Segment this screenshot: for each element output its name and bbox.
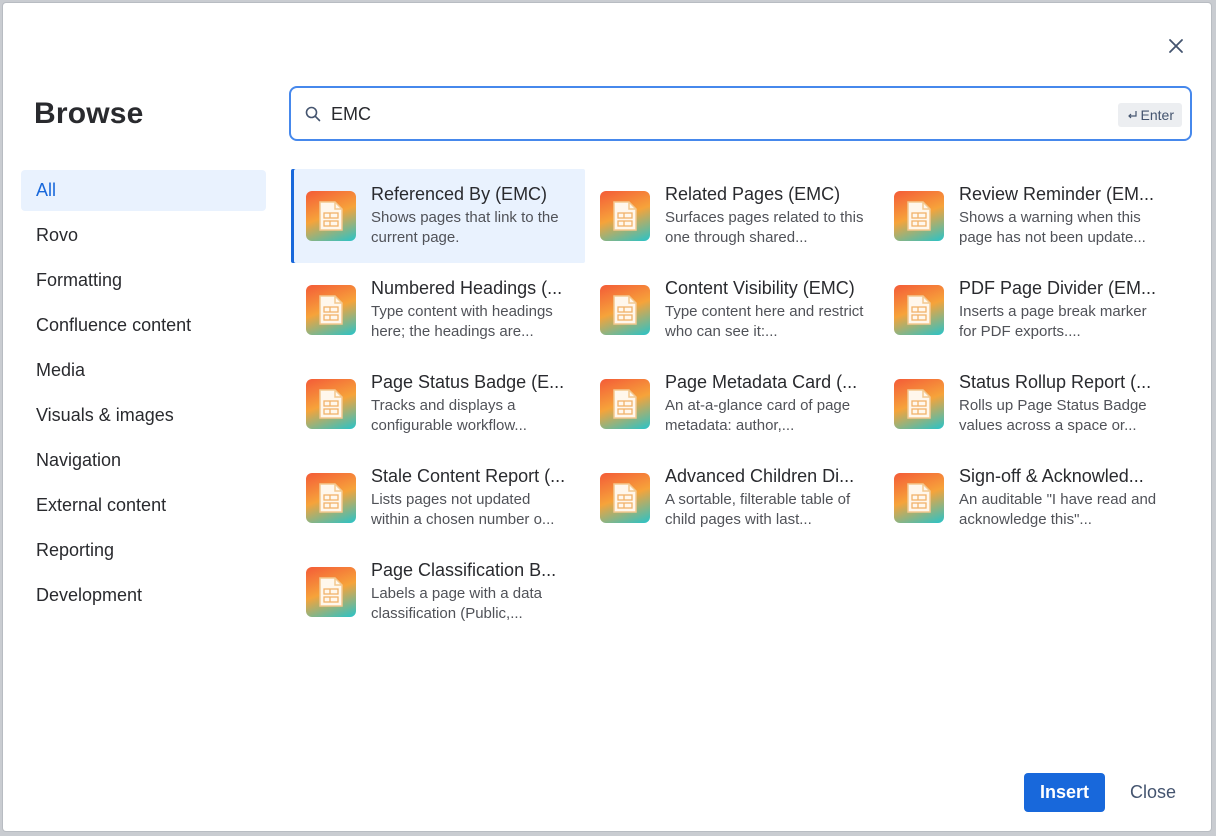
search-icon	[305, 106, 321, 127]
result-description: Lists pages not updated within a chosen …	[371, 491, 555, 528]
result-card[interactable]: PDF Page Divider (EM... Inserts a page br…	[879, 263, 1173, 357]
result-title: Review Reminder (EM...	[959, 184, 1155, 204]
result-card[interactable]: Page Status Badge (E... Tracks and displa…	[291, 357, 585, 451]
macro-document-icon	[600, 379, 650, 429]
result-title: Page Metadata Card (...	[665, 372, 858, 392]
dialog-title: Browse	[34, 97, 144, 130]
browse-dialog: Browse All Rovo Formatting Confluence conte…	[3, 3, 1211, 831]
macro-document-icon	[600, 191, 650, 241]
result-description: A sortable, filterable table of child pa…	[665, 491, 851, 528]
insert-button[interactable]: Insert	[1024, 773, 1105, 812]
result-description: An auditable "I have read and acknowledg…	[959, 491, 1157, 528]
result-title: PDF Page Divider (EM...	[959, 278, 1157, 298]
macro-document-icon	[894, 191, 944, 241]
enter-key-icon	[1127, 111, 1137, 119]
sidebar-item-navigation[interactable]: Navigation	[21, 440, 266, 481]
sidebar-item-confluence-content[interactable]: Confluence content	[21, 305, 266, 346]
close-icon[interactable]	[1162, 32, 1190, 60]
category-sidebar: All Rovo Formatting Confluence content Media…	[21, 170, 266, 620]
sidebar-item-formatting[interactable]: Formatting	[21, 260, 266, 301]
macro-document-icon	[894, 285, 944, 335]
macro-document-icon	[306, 285, 356, 335]
macro-document-icon	[306, 473, 356, 523]
macro-document-icon	[600, 473, 650, 523]
result-description: An at-a-glance card of page metadata: au…	[665, 397, 851, 434]
macro-document-icon	[306, 379, 356, 429]
result-description: Type content with headings here; the hea…	[371, 303, 553, 340]
sidebar-item-reporting[interactable]: Reporting	[21, 530, 266, 571]
result-card[interactable]: Page Classification B... Labels a page wi…	[291, 545, 585, 639]
sidebar-item-all[interactable]: All	[21, 170, 266, 211]
sidebar-item-rovo[interactable]: Rovo	[21, 215, 266, 256]
result-description: Tracks and displays a configurable workf…	[371, 397, 527, 434]
results-grid: Referenced By (EMC) Shows pages that link…	[291, 169, 1173, 639]
result-card[interactable]: Review Reminder (EM... Shows a warning wh…	[879, 169, 1173, 263]
macro-document-icon	[306, 567, 356, 617]
result-description: Shows a warning when this page has not b…	[959, 209, 1146, 246]
search-box[interactable]: Enter	[289, 86, 1192, 141]
result-title: Referenced By (EMC)	[371, 184, 548, 204]
result-title: Page Status Badge (E...	[371, 372, 565, 392]
result-title: Related Pages (EMC)	[665, 184, 841, 204]
close-button[interactable]: Close	[1115, 773, 1191, 812]
result-title: Numbered Headings (...	[371, 278, 563, 298]
sidebar-item-media[interactable]: Media	[21, 350, 266, 391]
macro-document-icon	[894, 473, 944, 523]
result-card[interactable]: Sign-off & Acknowled... An auditable "I h…	[879, 451, 1173, 545]
sidebar-item-development[interactable]: Development	[21, 575, 266, 616]
result-card[interactable]: Numbered Headings (... Type content with …	[291, 263, 585, 357]
result-title: Content Visibility (EMC)	[665, 278, 855, 298]
search-input[interactable]	[331, 98, 1091, 130]
result-card[interactable]: Advanced Children Di... A sortable, filte…	[585, 451, 879, 545]
sidebar-item-visuals-images[interactable]: Visuals & images	[21, 395, 266, 436]
macro-document-icon	[600, 285, 650, 335]
result-description: Type content here and restrict who can s…	[665, 303, 864, 340]
result-description: Shows pages that link to the current pag…	[371, 209, 559, 246]
sidebar-item-external-content[interactable]: External content	[21, 485, 266, 526]
result-card[interactable]: Content Visibility (EMC) Type content her…	[585, 263, 879, 357]
result-card[interactable]: Page Metadata Card (... An at-a-glance ca…	[585, 357, 879, 451]
result-description: Labels a page with a data classification…	[371, 585, 542, 622]
enter-hint: Enter	[1117, 103, 1182, 127]
result-card[interactable]: Referenced By (EMC) Shows pages that link…	[291, 169, 585, 263]
result-title: Page Classification B...	[371, 560, 557, 580]
result-card[interactable]: Related Pages (EMC) Surfaces pages relate…	[585, 169, 879, 263]
enter-hint-label: Enter	[1140, 107, 1174, 123]
result-title: Stale Content Report (...	[371, 466, 566, 486]
result-card[interactable]: Status Rollup Report (... Rolls up Page S…	[879, 357, 1173, 451]
result-title: Sign-off & Acknowled...	[959, 466, 1144, 486]
result-title: Status Rollup Report (...	[959, 372, 1152, 392]
result-description: Inserts a page break marker for PDF expo…	[959, 303, 1147, 340]
result-description: Surfaces pages related to this one throu…	[665, 209, 864, 246]
result-description: Rolls up Page Status Badge values across…	[959, 397, 1147, 434]
macro-document-icon	[894, 379, 944, 429]
result-title: Advanced Children Di...	[665, 466, 855, 486]
result-card[interactable]: Stale Content Report (... Lists pages not…	[291, 451, 585, 545]
macro-document-icon	[306, 191, 356, 241]
